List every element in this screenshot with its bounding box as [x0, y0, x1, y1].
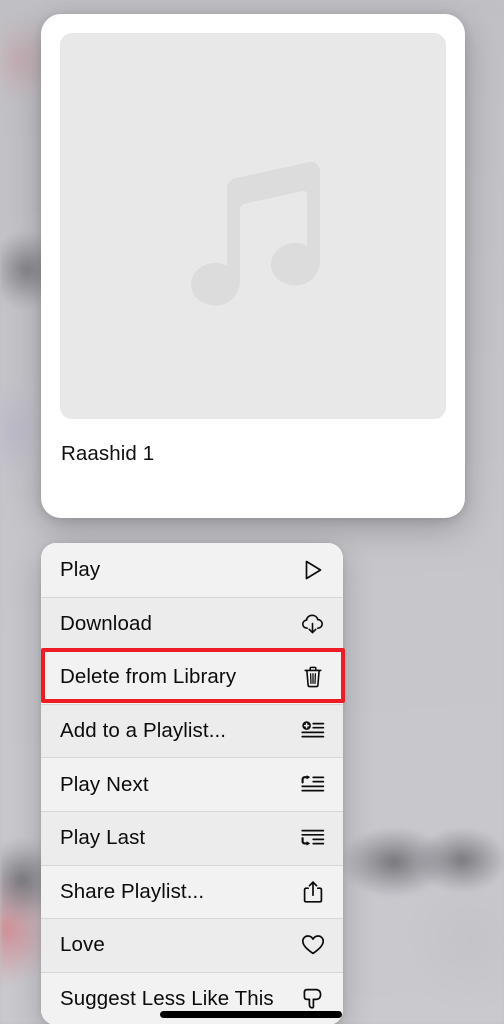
playlist-preview-card[interactable]: Raashid 1: [41, 14, 465, 518]
album-artwork-placeholder: [60, 33, 446, 419]
cloud-download-icon: [300, 611, 326, 637]
menu-item-label: Play Last: [60, 826, 146, 850]
context-menu[interactable]: Play Download Delete from Library Add to…: [41, 543, 343, 1024]
menu-item-label: Love: [60, 933, 105, 957]
add-to-playlist-icon: [300, 718, 326, 744]
music-note-icon: [178, 131, 328, 321]
menu-item-love[interactable]: Love: [41, 918, 343, 972]
menu-item-label: Play: [60, 557, 101, 581]
home-indicator: [160, 1011, 342, 1018]
heart-icon: [300, 932, 326, 958]
phone-screen: Raashid 1 Play Download Delete from Libr…: [0, 0, 504, 1024]
play-last-icon: [300, 825, 326, 851]
menu-item-share-playlist[interactable]: Share Playlist...: [41, 864, 343, 919]
menu-item-play-next[interactable]: Play Next: [41, 757, 343, 811]
menu-item-add-to-playlist[interactable]: Add to a Playlist...: [41, 703, 343, 758]
menu-item-label: Delete from Library: [60, 665, 237, 689]
menu-item-label: Download: [60, 611, 152, 635]
menu-item-label: Add to a Playlist...: [60, 719, 227, 743]
trash-icon: [300, 664, 326, 690]
share-icon: [300, 879, 326, 905]
menu-item-play-last[interactable]: Play Last: [41, 810, 343, 865]
menu-item-label: Share Playlist...: [60, 879, 205, 903]
menu-item-play[interactable]: Play: [41, 543, 343, 597]
menu-item-label: Play Next: [60, 772, 149, 796]
menu-item-download[interactable]: Download: [41, 596, 343, 651]
menu-item-delete-from-library[interactable]: Delete from Library: [41, 650, 343, 704]
menu-item-label: Suggest Less Like This: [60, 987, 274, 1011]
playlist-title: Raashid 1: [61, 442, 155, 465]
thumbs-down-icon: [300, 986, 326, 1012]
play-triangle-icon: [300, 557, 326, 583]
play-next-icon: [300, 772, 326, 798]
